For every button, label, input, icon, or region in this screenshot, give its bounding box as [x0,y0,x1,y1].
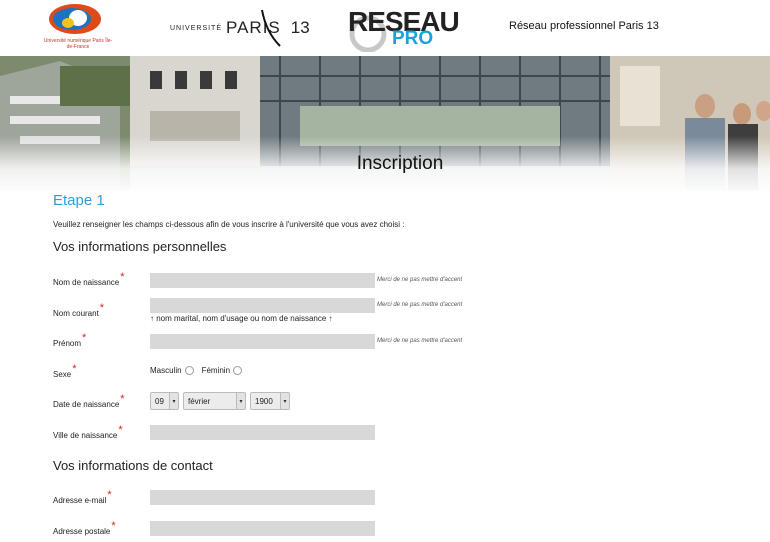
pro-text: PRO [392,28,434,49]
year-select[interactable]: 1900 ▾ [250,392,290,410]
hint-accent: Merci de ne pas mettre d'accent [377,277,463,283]
site-header: Université numérique Paris Île-de-France… [0,0,770,56]
email-input[interactable] [150,490,375,505]
hint-accent: Merci de ne pas mettre d'accent [377,302,463,308]
label-email: Adresse e-mail* [53,489,112,505]
logo-univ-text: UNIVERSITÉ [170,24,223,32]
required-mark: * [82,332,87,344]
required-mark: * [99,302,105,314]
dropdown-arrow-icon: ▾ [169,393,178,409]
required-mark: * [118,424,123,436]
radio-label-masculin: Masculin [150,366,182,375]
campus-banner: Inscription [0,56,770,191]
radio-masculin[interactable] [184,366,194,375]
day-select[interactable]: 09 ▾ [150,392,179,410]
logo-num-text: 13 [290,18,310,37]
nom-naissance-input[interactable] [150,273,375,288]
section-contact-title: Vos informations de contact [53,458,213,473]
logo-caption: Université numérique Paris Île-de-France [43,38,113,50]
month-select[interactable]: février ▾ [183,392,246,410]
paris13-logo[interactable]: UNIVERSITÉ PARIS 13 [170,8,310,48]
required-mark: * [120,271,125,283]
label-ville-naissance: Ville de naissance* [53,424,123,440]
label-adresse: Adresse postale* [53,520,116,536]
nom-courant-input[interactable] [150,298,375,313]
page-title: Inscription [356,153,444,174]
required-mark: * [107,489,112,501]
hint-accent: Merci de ne pas mettre d'accent [377,338,463,344]
ville-naissance-input[interactable] [150,425,375,440]
nom-courant-note: ↑ nom marital, nom d'usage ou nom de nai… [150,314,333,323]
required-mark: * [111,520,116,532]
adresse-postale-input[interactable] [150,521,375,536]
label-prenom: Prénom* [53,332,87,348]
required-mark: * [120,393,125,405]
label-date-naissance: Date de naissance* [53,393,125,409]
dropdown-arrow-icon: ▾ [280,393,289,409]
label-nom-courant: Nom courant* [53,302,105,318]
required-mark: * [72,363,77,375]
dropdown-arrow-icon: ▾ [236,393,245,409]
step-title: Etape 1 [53,192,105,209]
label-sexe: Sexe* [53,363,77,379]
paris13-slash-icon [261,9,281,47]
sexe-radio-group: Masculin Féminin [150,366,250,375]
label-nom-naissance: Nom de naissance* [53,271,125,287]
prenom-input[interactable] [150,334,375,349]
radio-feminin[interactable] [233,366,243,375]
section-personal-title: Vos informations personnelles [53,239,227,254]
header-title: Réseau professionnel Paris 13 [509,20,659,32]
radio-label-feminin: Féminin [201,366,231,375]
intro-text: Veuillez renseigner les champs ci-dessou… [53,220,405,229]
reseau-pro-logo[interactable]: RESEAU PRO [346,6,460,52]
